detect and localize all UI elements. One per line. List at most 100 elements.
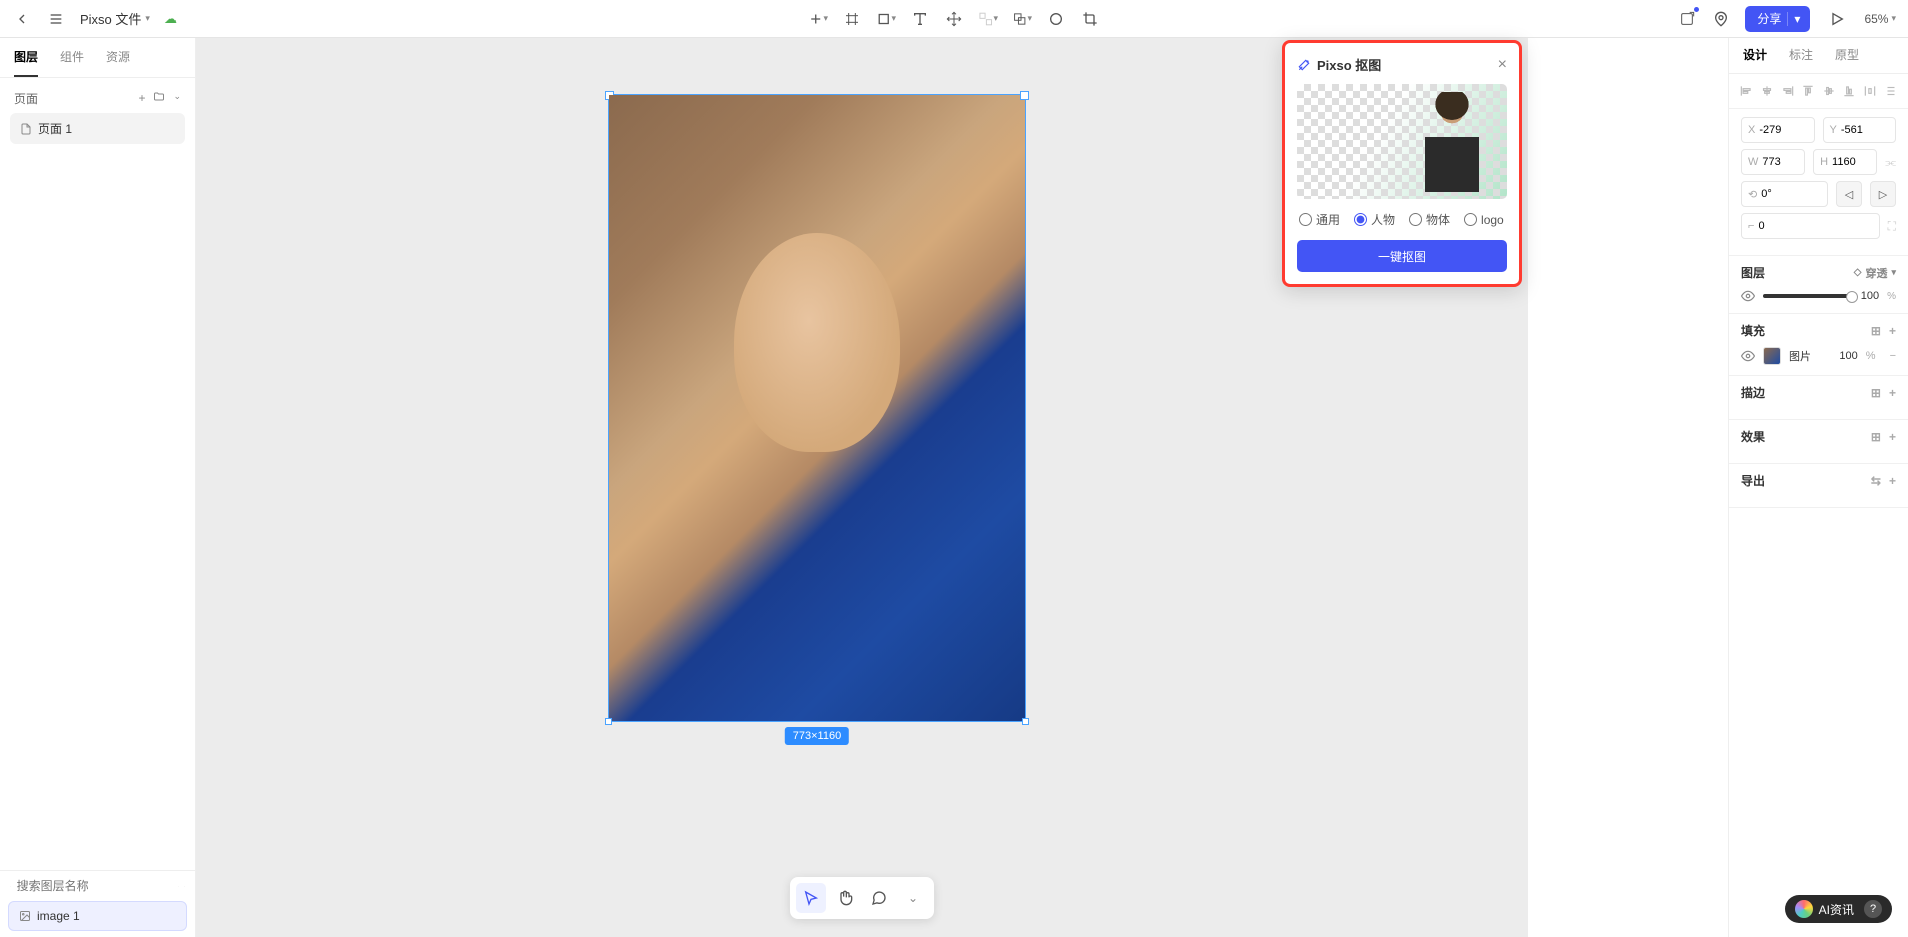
align-left-icon[interactable] bbox=[1739, 82, 1754, 100]
flip-h-icon[interactable]: ◁ bbox=[1836, 181, 1862, 207]
file-title[interactable]: Pixso 文件 ▾ bbox=[80, 9, 150, 28]
chevron-down-icon[interactable]: ⌄ bbox=[173, 91, 181, 106]
align-top-icon[interactable] bbox=[1801, 82, 1816, 100]
share-button[interactable]: 分享 ▾ bbox=[1745, 6, 1810, 32]
dimensions-badge: 773×1160 bbox=[785, 727, 849, 745]
comment-tool[interactable] bbox=[864, 883, 894, 913]
selected-image[interactable] bbox=[609, 95, 1025, 721]
crop-icon[interactable] bbox=[1080, 9, 1100, 29]
export-settings-icon[interactable]: ⇆ bbox=[1871, 474, 1881, 488]
add-page-icon[interactable]: + bbox=[138, 91, 145, 106]
tab-prototype[interactable]: 原型 bbox=[1835, 46, 1859, 73]
fill-opacity[interactable]: 100 bbox=[1839, 350, 1857, 362]
x-field[interactable]: X bbox=[1741, 117, 1815, 143]
eye-icon[interactable] bbox=[1741, 349, 1755, 363]
distribute-more-icon[interactable] bbox=[1883, 82, 1898, 100]
stroke-section: 描边 ⊞+ bbox=[1729, 376, 1908, 420]
boolean-icon[interactable]: ▾ bbox=[1012, 9, 1032, 29]
tab-design[interactable]: 设计 bbox=[1743, 46, 1767, 73]
folder-icon[interactable] bbox=[153, 91, 165, 106]
page-icon bbox=[20, 123, 32, 135]
koutu-title-text: Pixso 抠图 bbox=[1317, 55, 1381, 74]
radio-logo[interactable]: logo bbox=[1464, 211, 1504, 228]
radius-field[interactable]: ⌐ bbox=[1741, 213, 1880, 239]
frame-icon[interactable] bbox=[842, 9, 862, 29]
tab-layers[interactable]: 图层 bbox=[14, 48, 38, 77]
radio-object[interactable]: 物体 bbox=[1409, 211, 1450, 228]
add-stroke-icon[interactable]: + bbox=[1889, 386, 1896, 400]
right-panel: 设计 标注 原型 X Y W H ⫘ ⟲ ◁ ▷ ⌐ ⛶ bbox=[1728, 38, 1908, 937]
flip-v-icon[interactable]: ▷ bbox=[1870, 181, 1896, 207]
pages-section: 页面 + ⌄ 页面 1 bbox=[0, 78, 195, 150]
pages-label: 页面 bbox=[14, 90, 38, 107]
play-button[interactable] bbox=[1824, 6, 1850, 32]
share-label: 分享 bbox=[1757, 10, 1781, 27]
layer-item[interactable]: image 1 bbox=[8, 901, 187, 931]
align-hcenter-icon[interactable] bbox=[1760, 82, 1775, 100]
menu-icon[interactable] bbox=[46, 9, 66, 29]
add-effect-icon[interactable]: + bbox=[1889, 430, 1896, 444]
align-bottom-icon[interactable] bbox=[1842, 82, 1857, 100]
fill-pct: % bbox=[1866, 350, 1876, 362]
alignment-controls bbox=[1729, 74, 1908, 109]
zoom-level[interactable]: 65% ▾ bbox=[1864, 12, 1896, 26]
effect-section: 效果 ⊞+ bbox=[1729, 420, 1908, 464]
width-field[interactable]: W bbox=[1741, 149, 1805, 175]
shape-icon[interactable]: ▾ bbox=[876, 9, 896, 29]
opacity-pct: % bbox=[1887, 291, 1896, 302]
tab-annotate[interactable]: 标注 bbox=[1789, 46, 1813, 73]
selection-frame[interactable]: 773×1160 bbox=[608, 94, 1026, 722]
align-vcenter-icon[interactable] bbox=[1822, 82, 1837, 100]
filter-icon[interactable] bbox=[178, 880, 179, 893]
chevron-down-icon[interactable]: ▾ bbox=[1787, 12, 1806, 26]
fill-swatch[interactable] bbox=[1763, 347, 1781, 365]
component-icon[interactable]: ▾ bbox=[978, 9, 998, 29]
link-dims-icon[interactable]: ⫘ bbox=[1885, 149, 1896, 175]
distribute-h-icon[interactable] bbox=[1863, 82, 1878, 100]
page-item[interactable]: 页面 1 bbox=[10, 113, 185, 144]
ellipse-icon[interactable] bbox=[1046, 9, 1066, 29]
hand-tool[interactable] bbox=[830, 883, 860, 913]
layer-name: image 1 bbox=[37, 909, 80, 923]
y-field[interactable]: Y bbox=[1823, 117, 1897, 143]
back-icon[interactable] bbox=[12, 9, 32, 29]
text-icon[interactable] bbox=[910, 9, 930, 29]
height-field[interactable]: H bbox=[1813, 149, 1877, 175]
effect-style-icon[interactable]: ⊞ bbox=[1871, 430, 1881, 444]
chevron-down-icon: ▾ bbox=[1891, 13, 1896, 24]
align-right-icon[interactable] bbox=[1780, 82, 1795, 100]
eye-icon[interactable] bbox=[1741, 289, 1755, 303]
rotation-field[interactable]: ⟲ bbox=[1741, 181, 1828, 207]
top-toolbar: Pixso 文件 ▾ ☁ ▾ ▾ ▾ ▾ 分享 ▾ 65% ▾ bbox=[0, 0, 1908, 38]
help-icon[interactable]: ? bbox=[1864, 900, 1882, 918]
tab-assets[interactable]: 资源 bbox=[106, 48, 130, 77]
stroke-style-icon[interactable]: ⊞ bbox=[1871, 386, 1881, 400]
zoom-value: 65% bbox=[1864, 12, 1888, 26]
settings-icon[interactable] bbox=[184, 880, 185, 893]
add-export-icon[interactable]: + bbox=[1889, 474, 1896, 488]
add-fill-icon[interactable]: + bbox=[1889, 324, 1896, 338]
view-toolbar: ⌄ bbox=[790, 877, 934, 919]
add-icon[interactable]: ▾ bbox=[808, 9, 828, 29]
radio-general[interactable]: 通用 bbox=[1299, 211, 1340, 228]
more-tools[interactable]: ⌄ bbox=[898, 883, 928, 913]
layer-search-input[interactable] bbox=[17, 879, 172, 893]
fill-style-icon[interactable]: ⊞ bbox=[1871, 324, 1881, 338]
publish-icon[interactable] bbox=[1677, 9, 1697, 29]
tab-components[interactable]: 组件 bbox=[60, 48, 84, 77]
koutu-panel: Pixso 抠图 × 通用 人物 物体 logo 一键抠图 bbox=[1282, 40, 1522, 287]
blend-mode[interactable]: ◇ 穿透 ▾ bbox=[1854, 265, 1896, 281]
remove-fill-icon[interactable]: − bbox=[1890, 350, 1896, 362]
close-icon[interactable]: × bbox=[1498, 56, 1507, 74]
koutu-button[interactable]: 一键抠图 bbox=[1297, 240, 1507, 272]
left-panel: 图层 组件 资源 页面 + ⌄ 页面 1 image 1 bbox=[0, 38, 196, 937]
fill-type[interactable]: 图片 bbox=[1789, 348, 1811, 364]
ai-badge[interactable]: AI资讯 ? bbox=[1785, 895, 1892, 923]
opacity-slider[interactable] bbox=[1763, 294, 1853, 298]
move-icon[interactable] bbox=[944, 9, 964, 29]
radius-expand-icon[interactable]: ⛶ bbox=[1888, 213, 1896, 239]
opacity-value[interactable]: 100 bbox=[1861, 290, 1879, 302]
pointer-tool[interactable] bbox=[796, 883, 826, 913]
location-icon[interactable] bbox=[1711, 9, 1731, 29]
radio-person[interactable]: 人物 bbox=[1354, 211, 1395, 228]
